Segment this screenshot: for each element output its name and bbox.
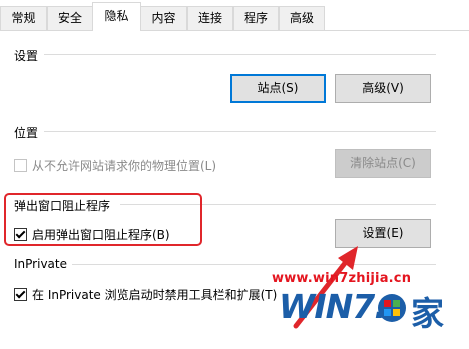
settings-group-divider xyxy=(44,54,436,55)
watermark-logo-text: WIN7. xyxy=(279,287,387,326)
tab-strip: 常规 安全 隐私 内容 连接 程序 高级 xyxy=(0,0,469,31)
clear-sites-button[interactable]: 清除站点(C) xyxy=(335,149,431,178)
watermark-logo: WIN7. 家 xyxy=(279,287,449,337)
inprivate-group-header: InPrivate xyxy=(14,257,67,271)
watermark-logo-char: 家 xyxy=(411,294,444,333)
tab-programs[interactable]: 程序 xyxy=(233,6,279,30)
settings-group-header: 设置 xyxy=(14,49,39,63)
location-checkbox[interactable] xyxy=(14,159,27,172)
location-group-header: 位置 xyxy=(14,126,39,140)
location-group-divider xyxy=(44,131,436,132)
inprivate-checkbox-row[interactable]: 在 InPrivate 浏览启动时禁用工具栏和扩展(T) xyxy=(14,286,277,303)
watermark-url: www.win7zhijia.cn xyxy=(272,271,412,286)
highlight-box xyxy=(4,193,202,246)
windows-flag-icon xyxy=(378,294,406,322)
advanced-button[interactable]: 高级(V) xyxy=(335,74,431,103)
location-checkbox-label: 从不允许网站请求你的物理位置(L) xyxy=(32,159,217,173)
popup-settings-button[interactable]: 设置(E) xyxy=(335,219,431,248)
tab-privacy[interactable]: 隐私 xyxy=(92,2,141,31)
tab-connections[interactable]: 连接 xyxy=(187,6,233,30)
inprivate-group-divider xyxy=(72,264,436,265)
tab-general[interactable]: 常规 xyxy=(0,6,47,30)
inprivate-checkbox-label: 在 InPrivate 浏览启动时禁用工具栏和扩展(T) xyxy=(32,288,278,302)
tab-advanced[interactable]: 高级 xyxy=(279,6,325,30)
location-checkbox-row[interactable]: 从不允许网站请求你的物理位置(L) xyxy=(14,157,216,174)
tab-content[interactable]: 内容 xyxy=(140,6,187,30)
sites-button[interactable]: 站点(S) xyxy=(230,74,326,103)
inprivate-checkbox[interactable] xyxy=(14,288,27,301)
tab-security[interactable]: 安全 xyxy=(47,6,93,30)
